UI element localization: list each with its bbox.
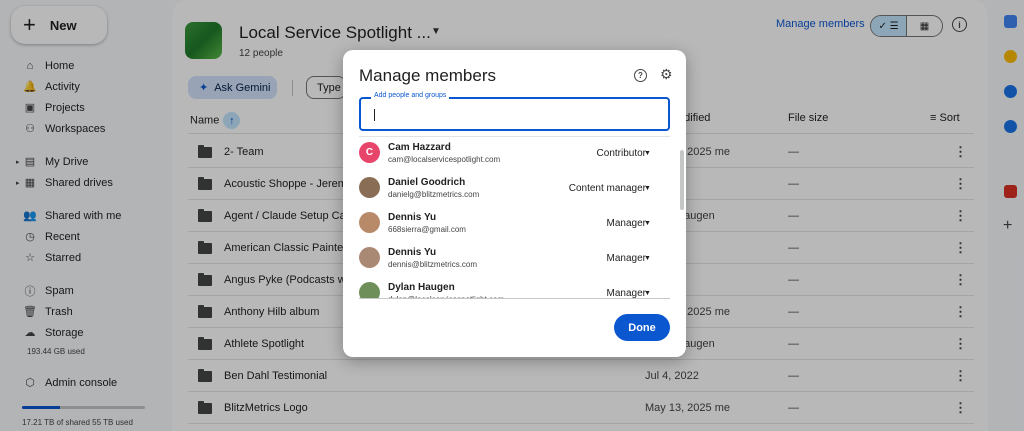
add-people-input[interactable]	[371, 105, 661, 123]
text-cursor	[374, 109, 375, 121]
chevron-down-icon[interactable]: ▼	[644, 255, 651, 262]
avatar	[359, 282, 380, 298]
member-email: dennis@blitzmetrics.com	[388, 260, 478, 269]
member-role-select[interactable]: Manager	[607, 288, 646, 298]
member-email: cam@localservicespotlight.com	[388, 155, 501, 164]
help-icon[interactable]: ?	[634, 69, 647, 82]
gear-icon[interactable]: ⚙	[660, 66, 673, 83]
member-name: Cam Hazzard	[388, 142, 451, 153]
member-name: Dennis Yu	[388, 212, 437, 223]
chevron-down-icon[interactable]: ▼	[644, 290, 651, 297]
member-row: Daniel Goodrich danielg@blitzmetrics.com C…	[359, 172, 670, 207]
members-scrollbar[interactable]	[680, 150, 684, 210]
member-email: danielg@blitzmetrics.com	[388, 190, 480, 199]
add-people-label: Add people and groups	[371, 92, 450, 99]
chevron-down-icon[interactable]: ▼	[644, 150, 651, 157]
avatar	[359, 177, 380, 198]
avatar	[359, 247, 380, 268]
member-row: C Cam Hazzard cam@localservicespotlight.co…	[359, 137, 670, 172]
members-divider	[359, 298, 670, 299]
member-email: 668sierra@gmail.com	[388, 225, 466, 234]
add-people-field[interactable]: Add people and groups	[359, 92, 670, 131]
done-button[interactable]: Done	[614, 314, 670, 341]
manage-members-dialog: Manage members ? ⚙ Add people and groups…	[343, 50, 686, 357]
chevron-down-icon[interactable]: ▼	[644, 185, 651, 192]
dialog-title: Manage members	[359, 66, 497, 85]
member-name: Daniel Goodrich	[388, 177, 466, 188]
chevron-down-icon[interactable]: ▼	[644, 220, 651, 227]
member-row: Dylan Haugendylan@localservicespotlight.…	[359, 277, 670, 298]
member-role-select[interactable]: Manager	[607, 218, 646, 229]
member-name: Dylan Haugen	[388, 282, 455, 293]
member-role-select[interactable]: Content manager	[569, 183, 646, 194]
members-list[interactable]: C Cam Hazzard cam@localservicespotlight.co…	[359, 137, 670, 298]
member-role-select[interactable]: Manager	[607, 253, 646, 264]
member-name: Dennis Yu	[388, 247, 437, 258]
avatar: C	[359, 142, 380, 163]
member-role-select[interactable]: Contributor	[597, 148, 646, 159]
member-row: Dennis Yu 668sierra@gmail.com Manager ▼	[359, 207, 670, 242]
avatar	[359, 212, 380, 233]
member-row: Dennis Yu dennis@blitzmetrics.com Manager ▼	[359, 242, 670, 277]
